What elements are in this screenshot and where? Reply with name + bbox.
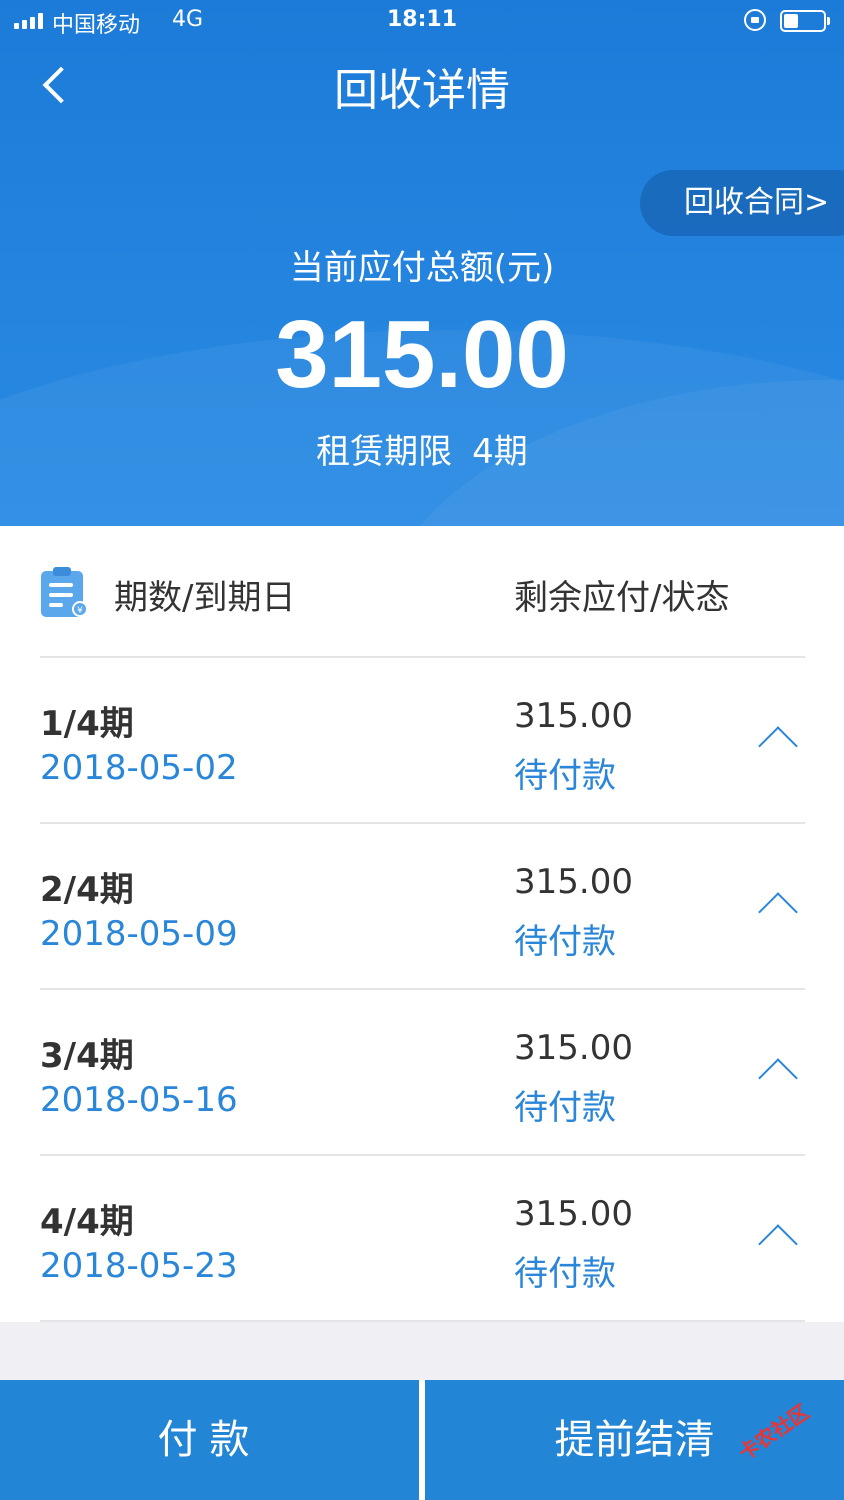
installment-row[interactable]: 1/4期 2018-05-02 315.00 待付款: [0, 658, 844, 824]
bottom-action-bar: 付款 提前结清: [0, 1380, 844, 1500]
payment-status: 待付款: [514, 1088, 616, 1128]
status-bar: 中国移动 4G 18:11: [0, 0, 844, 44]
due-date: 2018-05-16: [40, 1080, 238, 1120]
orientation-lock-icon: [744, 9, 766, 31]
remaining-column-label: 剩余应付/状态: [514, 578, 730, 618]
page-title: 回收详情: [334, 65, 510, 116]
period-label: 4/4期: [40, 1202, 134, 1242]
installment-row[interactable]: 2/4期 2018-05-09 315.00 待付款: [0, 824, 844, 990]
chevron-up-icon[interactable]: [758, 1058, 798, 1098]
due-date: 2018-05-02: [40, 748, 238, 788]
amount-label: 当前应付总额(元): [289, 248, 555, 288]
period-label: 3/4期: [40, 1036, 134, 1076]
chevron-up-icon[interactable]: [758, 892, 798, 932]
header-banner: 中国移动 4G 18:11 回收详情 回收合同> 当前应付总额(元) 315.0…: [0, 0, 844, 526]
chevron-up-icon[interactable]: [758, 726, 798, 766]
payment-status: 待付款: [514, 922, 616, 962]
list-header: ¥ 期数/到期日 剩余应付/状态: [0, 526, 844, 656]
remaining-amount: 315.00: [514, 1194, 633, 1234]
remaining-amount: 315.00: [514, 1028, 633, 1068]
pay-button[interactable]: 付款: [0, 1380, 419, 1500]
remaining-amount: 315.00: [514, 696, 633, 736]
period-label: 1/4期: [40, 704, 134, 744]
installment-list: ¥ 期数/到期日 剩余应付/状态 1/4期 2018-05-02 315.00 …: [0, 526, 844, 1322]
lease-term-value: 4期: [472, 432, 528, 472]
amount-value: 315.00: [275, 301, 569, 408]
bill-document-icon: ¥: [41, 567, 88, 617]
lease-term-label: 租赁期限: [316, 432, 453, 472]
payment-status: 待付款: [514, 756, 616, 796]
contract-link-button[interactable]: 回收合同>: [640, 170, 844, 236]
due-date: 2018-05-09: [40, 914, 238, 954]
battery-icon: [780, 10, 830, 32]
lease-term: 租赁期限 4期: [0, 424, 844, 473]
due-date: 2018-05-23: [40, 1246, 238, 1286]
chevron-up-icon[interactable]: [758, 1224, 798, 1264]
status-time: 18:11: [386, 7, 458, 32]
payment-status: 待付款: [514, 1254, 616, 1294]
svg-text:¥: ¥: [77, 606, 83, 616]
installment-row[interactable]: 3/4期 2018-05-16 315.00 待付款: [0, 990, 844, 1156]
period-label: 2/4期: [40, 870, 134, 910]
installment-row[interactable]: 4/4期 2018-05-23 315.00 待付款: [0, 1156, 844, 1322]
divider: [40, 1320, 805, 1322]
remaining-amount: 315.00: [514, 862, 633, 902]
period-column-label: 期数/到期日: [114, 578, 296, 618]
